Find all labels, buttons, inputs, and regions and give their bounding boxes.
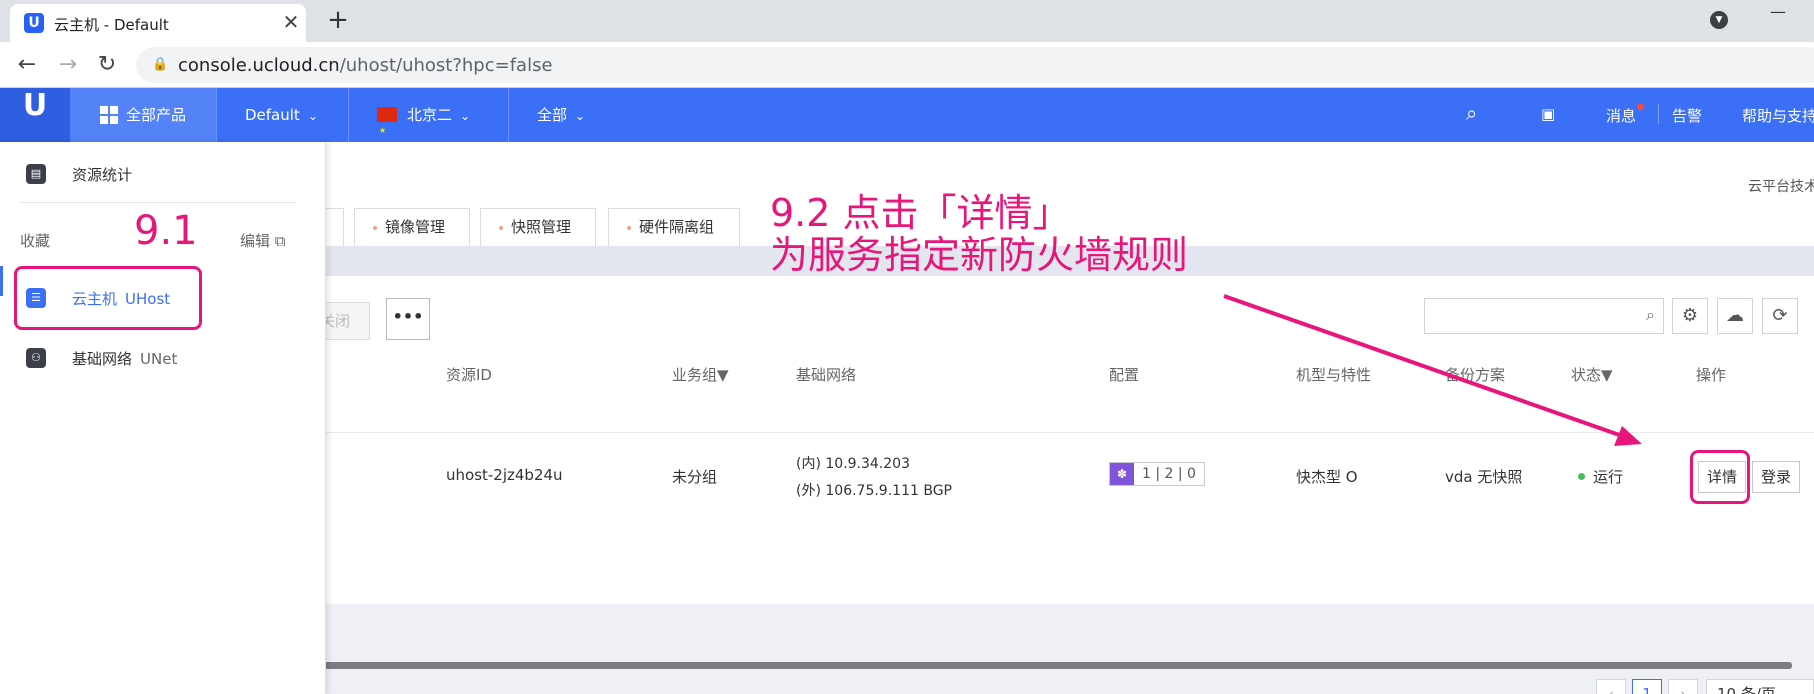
annotation-step-9-2-detail: 为服务指定新防火墙规则	[770, 233, 1189, 277]
search-icon[interactable]: ⌕	[1466, 101, 1477, 125]
profile-menu-icon[interactable]: ▼	[1710, 11, 1728, 29]
scope-label: 全部	[537, 106, 568, 124]
all-products-label: 全部产品	[126, 106, 187, 124]
new-tab-icon[interactable]: +	[324, 6, 352, 34]
forward-icon[interactable]: →	[55, 52, 81, 78]
grid-icon	[100, 106, 118, 124]
pager-prev-button[interactable]: ‹	[1596, 679, 1626, 694]
backup-plan: vda 无快照	[1445, 468, 1523, 486]
platform-tech-link[interactable]: 云平台技术	[1748, 176, 1814, 196]
alerts-link[interactable]: 告警	[1672, 105, 1702, 126]
status-label: 运行	[1593, 468, 1624, 486]
help-support-link[interactable]: 帮助与支持	[1742, 105, 1814, 126]
console-header: U 全部产品 Default ⌄ 北京二 ⌄ 全部 ⌄ ⌕ ▣ 消息 告警 帮助与支持	[0, 88, 1814, 158]
page-size-label: 10 条/页	[1717, 685, 1776, 694]
minimize-window-icon[interactable]: —	[1770, 2, 1786, 21]
chevron-down-icon: ⌄	[460, 109, 471, 123]
config-badge: ✽ 1 | 2 | 0	[1109, 462, 1205, 486]
column-header-config: 配置	[1109, 366, 1140, 384]
annotation-highlight-detail	[1690, 450, 1750, 504]
project-selector[interactable]: Default ⌄	[216, 88, 348, 142]
column-header-actions: 操作	[1696, 366, 1727, 384]
close-tab-icon[interactable]: ✕	[280, 10, 302, 34]
search-icon: ⌕	[1646, 305, 1655, 324]
settings-button[interactable]: ⚙	[1672, 298, 1708, 334]
more-actions-button[interactable]: •••	[386, 298, 430, 340]
sidebar-item-unet[interactable]: ⚇ 基础网络 UNet	[0, 338, 326, 378]
browser-tab-strip: U 云主机 - Default ✕ + ▼ —	[0, 0, 1814, 42]
scope-selector[interactable]: 全部 ⌄	[508, 88, 628, 142]
header-divider	[1658, 104, 1659, 124]
config-values: 1 | 2 | 0	[1142, 466, 1196, 482]
column-header-resource-id: 资源ID	[446, 366, 492, 384]
sidebar-item-label: 基础网络 UNet	[72, 350, 178, 368]
lock-icon: 🔒	[152, 57, 169, 72]
outer-ip: (外) 106.75.9.111 BGP	[796, 483, 952, 499]
chevron-down-icon: ⌄	[1794, 685, 1808, 694]
region-selector[interactable]: 北京二 ⌄	[348, 88, 508, 158]
cloud-download-button[interactable]: ☁	[1717, 298, 1753, 334]
address-bar: ← → ↻ 🔒 console.ucloud.cn/uhost/uhost?hp…	[0, 42, 1814, 88]
sidebar-item-label: 资源统计	[72, 166, 133, 184]
chevron-down-icon: ⌄	[307, 109, 318, 123]
project-label: Default	[245, 106, 300, 124]
column-header-type: 机型与特性	[1296, 366, 1372, 384]
active-indicator	[0, 266, 3, 296]
annotation-highlight-uhost	[14, 266, 202, 330]
refresh-button[interactable]: ⟳	[1762, 298, 1798, 334]
column-header-status[interactable]: 状态▼	[1571, 364, 1613, 385]
sidebar-divider	[20, 202, 296, 203]
column-header-group[interactable]: 业务组▼	[672, 364, 729, 385]
edit-favorites-button[interactable]: 编辑 ⧉	[240, 230, 286, 251]
tab-isolation-group[interactable]: 硬件隔离组	[608, 208, 740, 246]
tab-snapshot-management[interactable]: 快照管理	[480, 208, 596, 246]
column-header-network: 基础网络	[796, 366, 857, 384]
ucloud-logo[interactable]: U	[0, 88, 70, 142]
machine-type: 快杰型 O	[1296, 468, 1358, 486]
messages-link[interactable]: 消息	[1606, 105, 1636, 126]
resource-id[interactable]: uhost-2jz4b24u	[446, 466, 563, 484]
login-button[interactable]: 登录	[1752, 461, 1800, 493]
ucloud-favicon-icon: U	[24, 13, 44, 33]
url-text: console.ucloud.cn/uhost/uhost?hpc=false	[178, 55, 553, 76]
pager-page-1[interactable]: 1	[1632, 679, 1662, 694]
search-input[interactable]: ⌕	[1424, 298, 1664, 334]
tab-image-management[interactable]: 镜像管理	[354, 208, 470, 246]
pager-next-button[interactable]: ›	[1668, 679, 1698, 694]
network-icon: ⚇	[26, 348, 46, 368]
column-header-backup: 备份方案	[1445, 366, 1506, 384]
browser-tab[interactable]: U 云主机 - Default ✕	[10, 4, 306, 42]
back-icon[interactable]: ←	[14, 52, 40, 78]
page-size-select[interactable]: 10 条/页 ⌄	[1706, 679, 1814, 694]
status-badge: 运行	[1578, 466, 1623, 487]
gem-icon: ✽	[1110, 463, 1134, 485]
favorites-heading: 收藏	[20, 232, 51, 250]
inner-ip: (内) 10.9.34.203	[796, 456, 910, 472]
annotation-step-9-1: 9.1	[134, 208, 198, 254]
china-flag-icon	[377, 104, 397, 158]
all-products-button[interactable]: 全部产品	[70, 88, 216, 142]
unread-badge	[1637, 103, 1644, 110]
status-dot-icon	[1578, 473, 1585, 480]
region-label: 北京二	[407, 106, 453, 124]
edit-icon: ⧉	[274, 232, 286, 250]
terminal-icon[interactable]: ▣	[1541, 105, 1555, 123]
sidebar-item-resource-stats[interactable]: ▤ 资源统计	[0, 154, 326, 194]
stats-icon: ▤	[26, 164, 46, 184]
reload-icon[interactable]: ↻	[94, 52, 120, 78]
edit-label: 编辑	[240, 232, 271, 250]
page: { "browser": { "tab_title": "云主机 - Defau…	[0, 0, 1814, 694]
tab-title: 云主机 - Default	[54, 16, 169, 34]
business-group: 未分组	[672, 468, 718, 486]
chevron-down-icon: ⌄	[575, 109, 586, 123]
url-input[interactable]: 🔒 console.ucloud.cn/uhost/uhost?hpc=fals…	[136, 47, 1814, 83]
